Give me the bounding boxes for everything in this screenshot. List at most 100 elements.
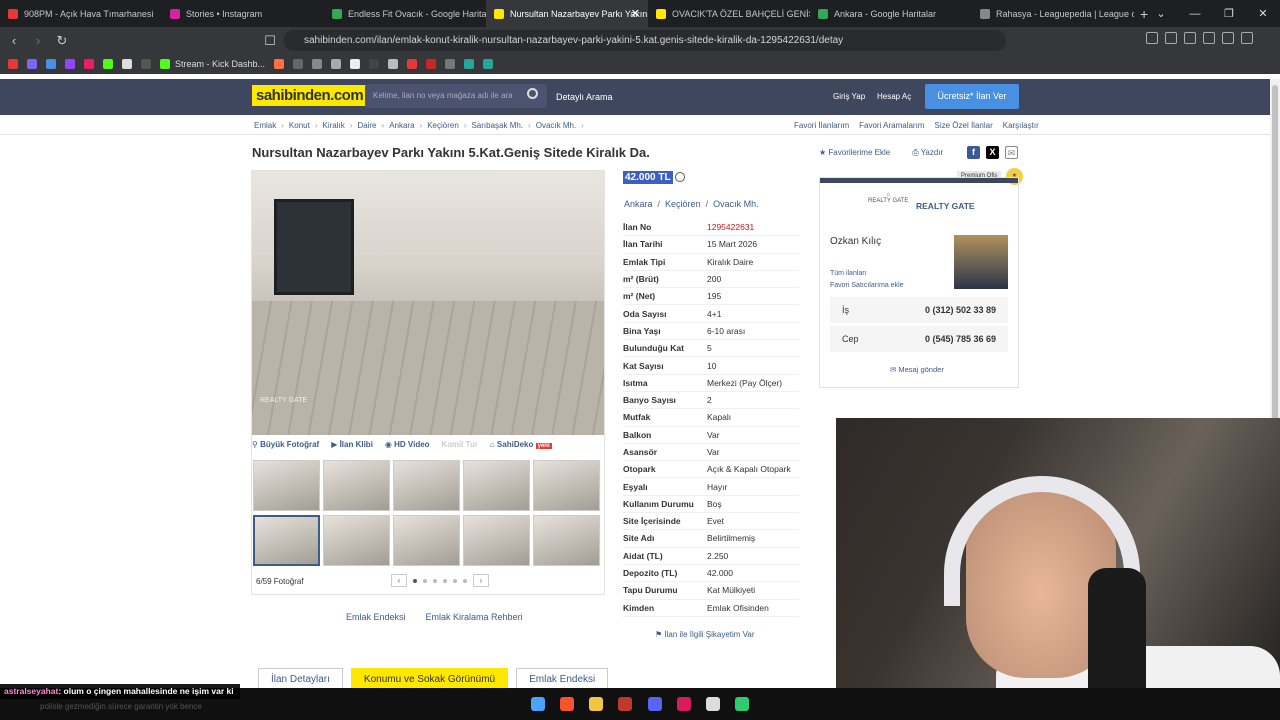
minimize-icon[interactable]: — — [1178, 8, 1212, 20]
bookmark-icon[interactable] — [84, 59, 94, 69]
breadcrumb-item[interactable]: Ovacık Mh. — [536, 121, 576, 130]
scrollbar-thumb[interactable] — [1272, 85, 1278, 425]
thumbnail[interactable] — [533, 514, 600, 566]
compare-link[interactable]: Karşılaştır — [1003, 121, 1039, 130]
tab-listing-details[interactable]: İlan Detayları — [258, 668, 343, 690]
realty-gate-logo[interactable]: ⌂ REALTY GATE — [868, 192, 908, 204]
browser-tab[interactable]: Rahasya - Leaguepedia | League of L — [972, 0, 1134, 27]
kick-icon[interactable] — [160, 59, 170, 69]
music-icon[interactable] — [1203, 32, 1215, 44]
detailed-search-link[interactable]: Detaylı Arama — [556, 92, 613, 102]
mail-icon[interactable]: ✉ — [1005, 146, 1018, 159]
report-listing-link[interactable]: ⚑ İlan ile İlgili Şikayetim Var — [655, 630, 755, 639]
url-field[interactable]: sahibinden.com/ilan/emlak-konut-kiralik-… — [284, 30, 1006, 51]
page-dot[interactable] — [463, 578, 467, 583]
all-listings-link[interactable]: Tüm ilanları — [830, 270, 867, 277]
menu-icon[interactable] — [1241, 32, 1253, 44]
tab-search-icon[interactable]: ⌄ — [1144, 7, 1178, 20]
favorite-listings-link[interactable]: Favori İlanlarım — [794, 121, 849, 130]
thumbnail[interactable] — [323, 514, 390, 566]
gmail-icon[interactable] — [27, 59, 37, 69]
prev-page-icon[interactable]: ‹ — [391, 574, 407, 587]
location-city[interactable]: Ankara — [624, 199, 653, 209]
twitch-icon[interactable] — [65, 59, 75, 69]
app-icon[interactable] — [677, 697, 691, 711]
breadcrumb-item[interactable]: Ankara — [389, 121, 414, 130]
video-clip-button[interactable]: ▶ İlan Klibi — [331, 440, 373, 454]
phone-number[interactable]: 0 (312) 502 33 89 — [925, 305, 996, 315]
bookmark-icon[interactable] — [388, 59, 399, 69]
phone-number[interactable]: 0 (545) 785 36 69 — [925, 334, 996, 344]
breadcrumb-item[interactable]: Emlak — [254, 121, 276, 130]
send-message-link[interactable]: ✉ Mesaj gönder — [890, 365, 944, 374]
register-link[interactable]: Hesap Aç — [877, 92, 911, 101]
bookmark-icon[interactable] — [331, 59, 342, 69]
favorite-seller-link[interactable]: Favori Satıcılarıma ekle — [830, 282, 904, 289]
reload-icon[interactable]: ↻ — [52, 33, 72, 49]
bookmark-icon[interactable] — [274, 59, 285, 69]
location-neighborhood[interactable]: Ovacık Mh. — [713, 199, 759, 209]
thumbnail[interactable] — [463, 514, 530, 566]
favorite-searches-link[interactable]: Favori Aramalarım — [859, 121, 924, 130]
bookmark-icon[interactable] — [369, 59, 380, 69]
x-icon[interactable]: X — [986, 146, 999, 159]
thumbnail[interactable] — [323, 460, 390, 511]
post-ad-button[interactable]: Ücretsiz* İlan Ver — [925, 84, 1019, 109]
breadcrumb-item[interactable]: Daire — [357, 121, 376, 130]
app-icon[interactable] — [706, 697, 720, 711]
search-input[interactable]: Kelime, ilan no veya mağaza adı ile ara — [365, 84, 547, 108]
breadcrumb-item[interactable]: Keçiören — [427, 121, 459, 130]
thumbnail[interactable] — [393, 460, 460, 511]
tab-real-estate-index[interactable]: Emlak Endeksi — [516, 668, 609, 690]
location-district[interactable]: Keçiören — [665, 199, 701, 209]
bookmark-icon[interactable] — [483, 59, 494, 69]
company-name[interactable]: REALTY GATE — [916, 201, 975, 211]
next-page-icon[interactable]: › — [473, 574, 489, 587]
github-icon[interactable] — [350, 59, 361, 69]
maximize-icon[interactable]: ❐ — [1212, 7, 1246, 20]
facebook-icon[interactable]: f — [967, 146, 980, 159]
wallet-icon[interactable] — [1184, 32, 1196, 44]
thumbnail-selected[interactable] — [253, 514, 320, 566]
price-history-icon[interactable] — [675, 172, 685, 182]
browser-tab[interactable]: Endless Fit Ovacık - Google Haritalar — [324, 0, 486, 27]
bookmark-icon[interactable]: ☐ — [260, 33, 280, 49]
bookmark-icon[interactable] — [407, 59, 418, 69]
page-dot[interactable] — [443, 578, 447, 583]
bookmark-icon[interactable] — [141, 59, 151, 69]
panel-icon[interactable] — [1222, 32, 1234, 44]
bookmark-stream[interactable]: Stream - Kick Dashb... — [175, 59, 265, 69]
close-tab-icon[interactable]: ✕ — [631, 7, 640, 20]
bookmark-icon[interactable] — [312, 59, 323, 69]
thumbnail[interactable] — [533, 460, 600, 511]
extensions-icon[interactable] — [1165, 32, 1177, 44]
sidebar-icon[interactable] — [1146, 32, 1158, 44]
add-favorite-button[interactable]: ★ Favorilerime Ekle — [819, 148, 890, 158]
kick-icon[interactable] — [103, 59, 113, 69]
real-estate-index-link[interactable]: Emlak Endeksi — [346, 612, 406, 622]
thumbnail[interactable] — [393, 514, 460, 566]
page-dot[interactable] — [453, 578, 457, 583]
windows-start-icon[interactable] — [531, 697, 545, 711]
tab-location[interactable]: Konumu ve Sokak Görünümü — [350, 668, 509, 690]
main-photo[interactable]: REALTY GATE — [252, 171, 604, 435]
sahideko-button[interactable]: ⌂ SahiDeko yeni — [490, 440, 552, 454]
site-logo[interactable]: sahibinden.com — [252, 85, 368, 106]
browser-tab[interactable]: OVACIK'TA ÖZEL BAHÇELİ GENİŞ FER — [648, 0, 810, 27]
rental-guide-link[interactable]: Emlak Kiralama Rehberi — [426, 612, 523, 622]
forward-icon[interactable]: › — [28, 33, 48, 48]
large-photo-button[interactable]: ⚲ Büyük Fotoğraf — [252, 440, 319, 454]
app-icon[interactable] — [735, 697, 749, 711]
discord-icon[interactable] — [648, 697, 662, 711]
browser-tab[interactable]: 908PM - Açık Hava Tımarhanesi — [0, 0, 162, 27]
page-dot[interactable] — [413, 578, 417, 583]
thumbnail[interactable] — [253, 460, 320, 511]
bookmark-icon[interactable] — [46, 59, 56, 69]
breadcrumb-item[interactable]: Konut — [289, 121, 310, 130]
thumbnail[interactable] — [463, 460, 530, 511]
folder-icon[interactable] — [589, 697, 603, 711]
breadcrumb-item[interactable]: Kiralık — [322, 121, 344, 130]
special-listings-link[interactable]: Size Özel İlanlar — [934, 121, 992, 130]
bookmark-icon[interactable] — [464, 59, 475, 69]
bookmark-icon[interactable] — [122, 59, 132, 69]
